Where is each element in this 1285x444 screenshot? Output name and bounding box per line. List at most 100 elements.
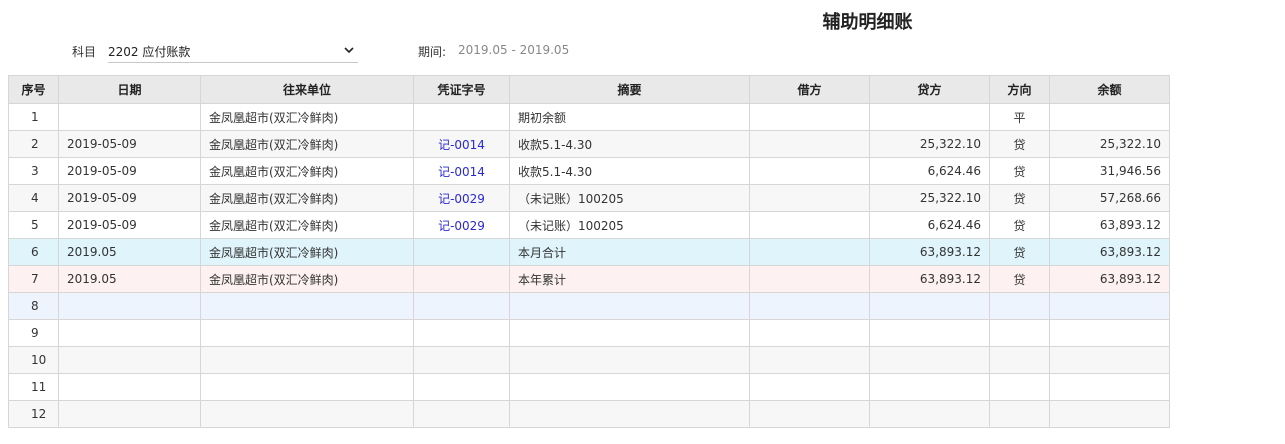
cell-debit: [749, 319, 870, 347]
cell-balance: 63,893.12: [1049, 211, 1170, 239]
col-header-balance[interactable]: 余额: [1049, 75, 1170, 104]
cell-debit: [749, 400, 870, 428]
cell-date: 2019-05-09: [58, 211, 201, 239]
cell-seq: 10: [8, 346, 59, 374]
cell-unit: 金凤凰超市(双汇冷鲜肉): [200, 103, 414, 131]
voucher-link[interactable]: 记-0014: [438, 138, 485, 152]
cell-voucher: [413, 373, 510, 401]
cell-unit: [200, 319, 414, 347]
cell-voucher: [413, 238, 510, 266]
cell-voucher: [413, 265, 510, 293]
cell-seq: 5: [8, 211, 59, 239]
table-row[interactable]: 10: [8, 346, 1170, 374]
subject-select[interactable]: 2202 应付账款: [108, 38, 358, 63]
cell-voucher: [413, 292, 510, 320]
cell-date: [58, 400, 201, 428]
col-header-date[interactable]: 日期: [58, 75, 201, 104]
cell-debit: [749, 373, 870, 401]
page-title: 辅助明细账: [822, 12, 913, 33]
cell-voucher: [413, 103, 510, 131]
col-header-summary[interactable]: 摘要: [509, 75, 750, 104]
ledger-table: 序号 日期 往来单位 凭证字号 摘要 借方 贷方 方向 余额 1 金凤凰超市(双…: [8, 75, 1170, 428]
year-total-row[interactable]: 7 2019.05 金凤凰超市(双汇冷鲜肉) 本年累计 63,893.12 贷 …: [8, 265, 1170, 293]
cell-credit: 6,624.46: [869, 157, 990, 185]
cell-unit: 金凤凰超市(双汇冷鲜肉): [200, 130, 414, 158]
col-header-voucher[interactable]: 凭证字号: [413, 75, 510, 104]
cell-unit: 金凤凰超市(双汇冷鲜肉): [200, 211, 414, 239]
voucher-link[interactable]: 记-0029: [438, 219, 485, 233]
cell-summary: [509, 346, 750, 374]
cell-seq: 2: [8, 130, 59, 158]
voucher-link[interactable]: 记-0029: [438, 192, 485, 206]
table-row[interactable]: 9: [8, 319, 1170, 347]
cell-unit: 金凤凰超市(双汇冷鲜肉): [200, 184, 414, 212]
cell-seq: 3: [8, 157, 59, 185]
cell-summary: 本月合计: [509, 238, 750, 266]
col-header-debit[interactable]: 借方: [749, 75, 870, 104]
col-header-seq[interactable]: 序号: [8, 75, 59, 104]
cell-direction: 平: [989, 103, 1050, 131]
cell-debit: [749, 238, 870, 266]
cell-unit: 金凤凰超市(双汇冷鲜肉): [200, 265, 414, 293]
subject-value: 2202 应付账款: [108, 45, 191, 59]
cell-voucher: [413, 319, 510, 347]
cell-debit: [749, 103, 870, 131]
cell-credit: 63,893.12: [869, 238, 990, 266]
cell-credit: [869, 103, 990, 131]
subject-label: 科目: [72, 45, 97, 59]
cell-unit: [200, 373, 414, 401]
cell-debit: [749, 292, 870, 320]
cell-summary: [509, 292, 750, 320]
cell-direction: 贷: [989, 238, 1050, 266]
table-row[interactable]: 1 金凤凰超市(双汇冷鲜肉) 期初余额 平: [8, 103, 1170, 131]
cell-unit: [200, 292, 414, 320]
cell-credit: 25,322.10: [869, 130, 990, 158]
cell-voucher: [413, 346, 510, 374]
cell-date: 2019.05: [58, 265, 201, 293]
cell-debit: [749, 265, 870, 293]
table-row[interactable]: 3 2019-05-09 金凤凰超市(双汇冷鲜肉) 记-0014 收款5.1-4…: [8, 157, 1170, 185]
cell-summary: （未记账）100205: [509, 211, 750, 239]
cell-debit: [749, 211, 870, 239]
cell-direction: [989, 319, 1050, 347]
col-header-direction[interactable]: 方向: [989, 75, 1050, 104]
cell-date: [58, 292, 201, 320]
table-row[interactable]: 11: [8, 373, 1170, 401]
cell-credit: [869, 319, 990, 347]
period-value: 2019.05 - 2019.05: [458, 43, 570, 57]
cell-summary: [509, 400, 750, 428]
cell-seq: 6: [8, 238, 59, 266]
cell-date: [58, 319, 201, 347]
voucher-link[interactable]: 记-0014: [438, 165, 485, 179]
month-total-row[interactable]: 6 2019.05 金凤凰超市(双汇冷鲜肉) 本月合计 63,893.12 贷 …: [8, 238, 1170, 266]
col-header-unit[interactable]: 往来单位: [200, 75, 414, 104]
cell-credit: 25,322.10: [869, 184, 990, 212]
cell-balance: [1049, 319, 1170, 347]
cell-direction: [989, 373, 1050, 401]
cell-seq: 11: [8, 373, 59, 401]
cell-balance: 63,893.12: [1049, 265, 1170, 293]
cell-seq: 8: [8, 292, 59, 320]
cell-direction: 贷: [989, 130, 1050, 158]
cell-unit: 金凤凰超市(双汇冷鲜肉): [200, 238, 414, 266]
cell-date: [58, 103, 201, 131]
col-header-credit[interactable]: 贷方: [869, 75, 990, 104]
cell-voucher: [413, 400, 510, 428]
table-row[interactable]: 2 2019-05-09 金凤凰超市(双汇冷鲜肉) 记-0014 收款5.1-4…: [8, 130, 1170, 158]
cell-date: 2019-05-09: [58, 130, 201, 158]
table-row[interactable]: 4 2019-05-09 金凤凰超市(双汇冷鲜肉) 记-0029 （未记账）10…: [8, 184, 1170, 212]
cell-balance: [1049, 373, 1170, 401]
cell-credit: [869, 400, 990, 428]
cell-debit: [749, 346, 870, 374]
cell-credit: [869, 346, 990, 374]
table-row[interactable]: 5 2019-05-09 金凤凰超市(双汇冷鲜肉) 记-0029 （未记账）10…: [8, 211, 1170, 239]
cell-seq: 9: [8, 319, 59, 347]
table-row[interactable]: 8: [8, 292, 1170, 320]
cell-seq: 7: [8, 265, 59, 293]
cell-direction: 贷: [989, 184, 1050, 212]
cell-date: 2019-05-09: [58, 157, 201, 185]
cell-summary: 本年累计: [509, 265, 750, 293]
chevron-down-icon: [344, 47, 354, 54]
cell-summary: 期初余额: [509, 103, 750, 131]
table-row[interactable]: 12: [8, 400, 1170, 428]
